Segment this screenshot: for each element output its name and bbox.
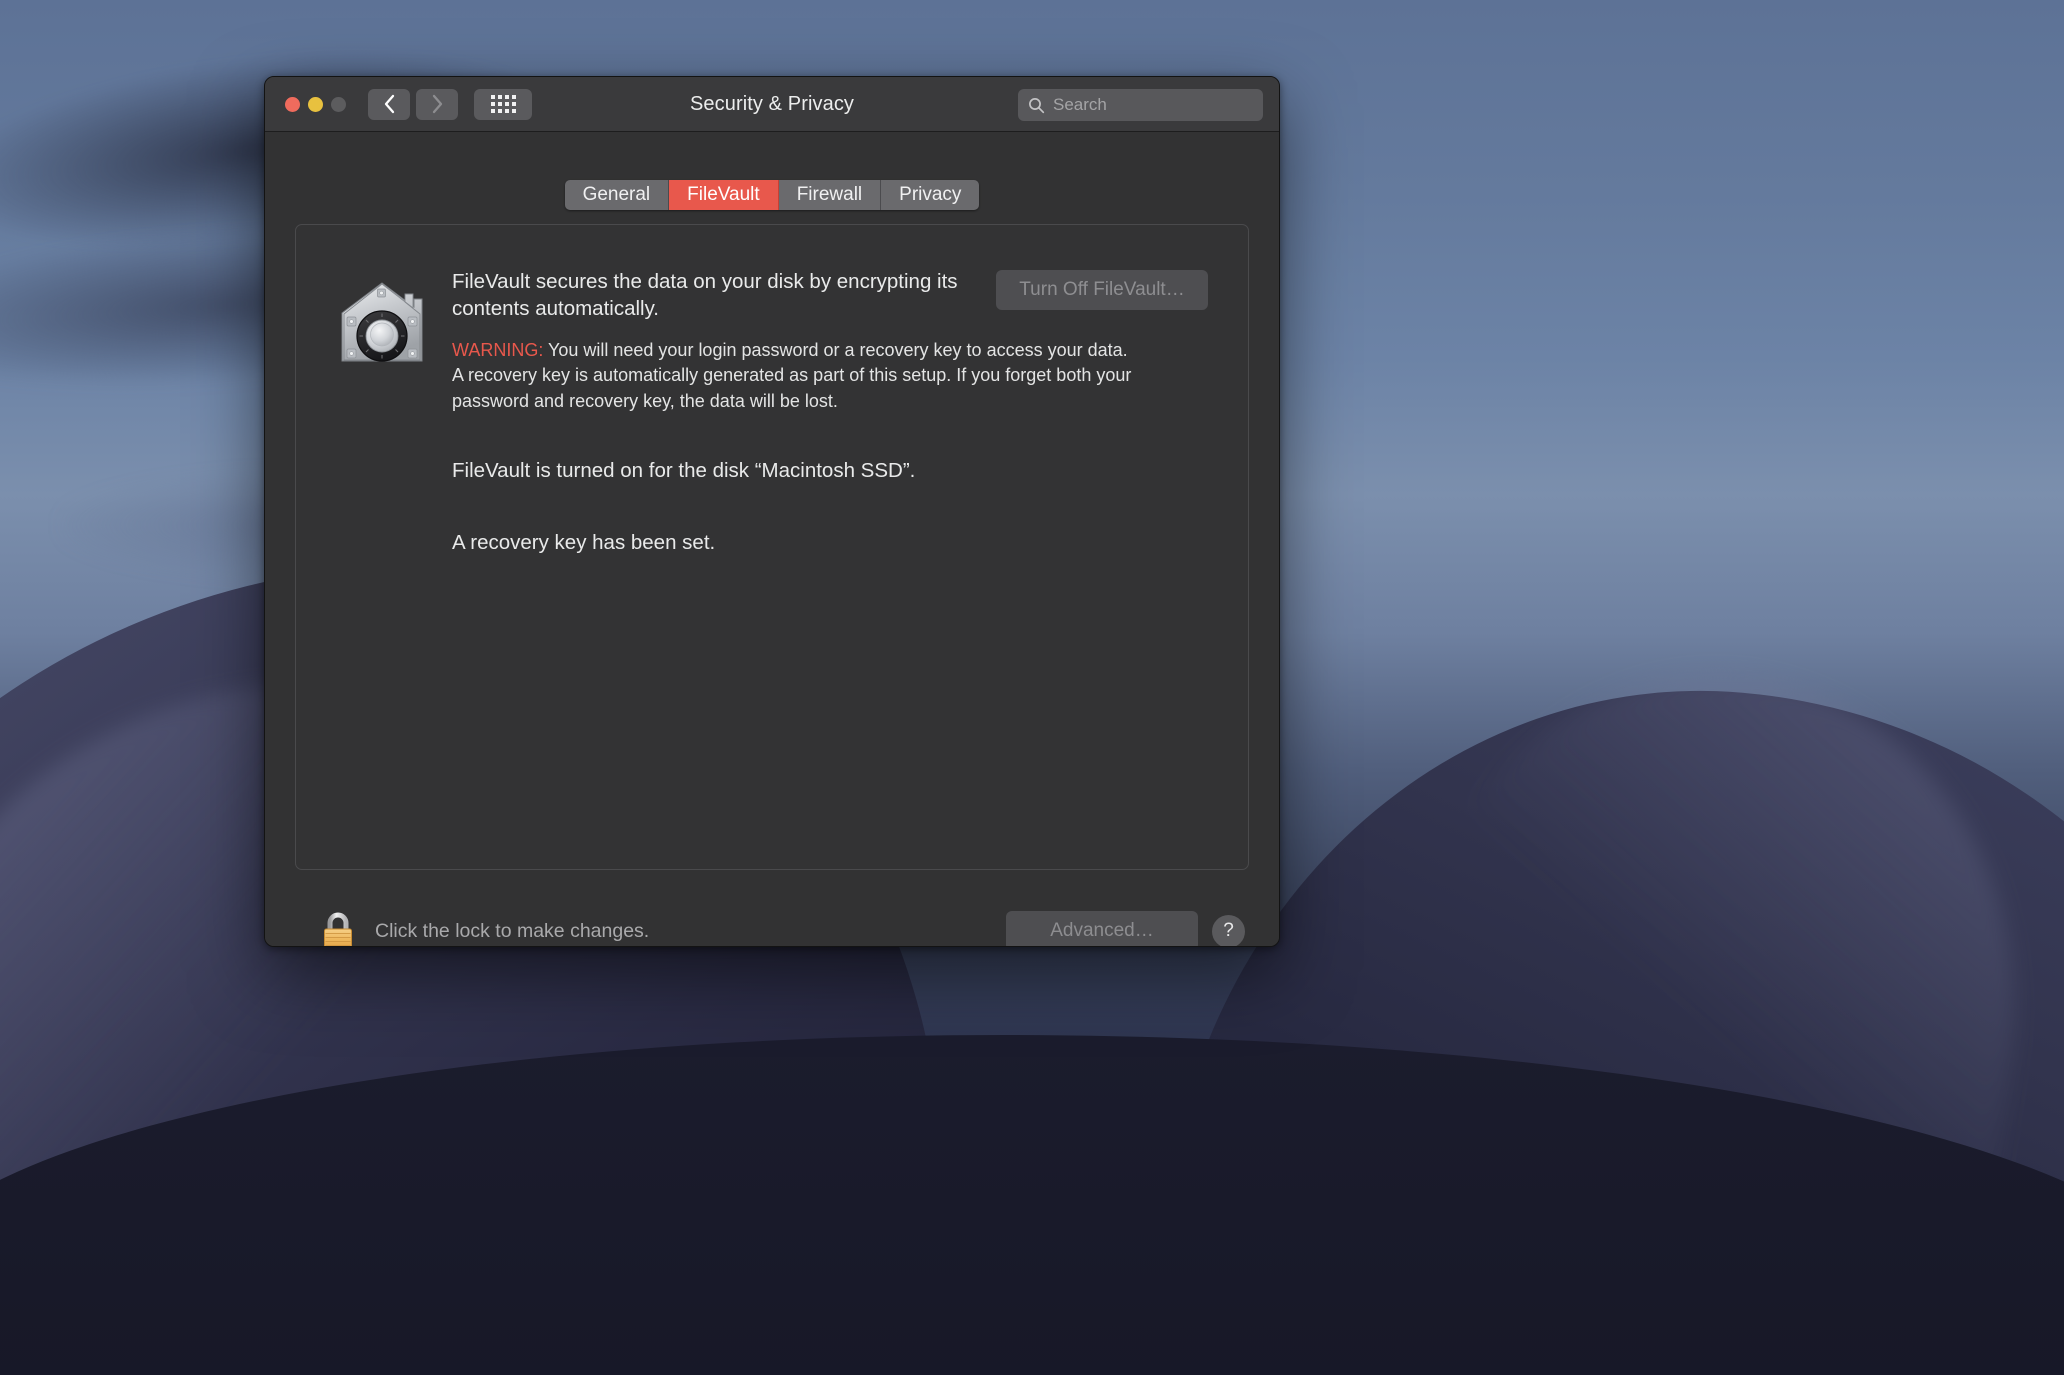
zoom-button[interactable] — [331, 96, 346, 112]
forward-button[interactable] — [416, 88, 458, 120]
desktop-wallpaper: Security & Privacy Search General FileVa… — [0, 0, 2064, 1375]
window-footer: Click the lock to make changes. Advanced… — [265, 870, 1279, 946]
lock-instruction-text: Click the lock to make changes. — [375, 919, 650, 942]
help-button[interactable]: ? — [1212, 914, 1245, 946]
back-button[interactable] — [368, 88, 410, 120]
close-button[interactable] — [285, 96, 300, 112]
tab-filevault[interactable]: FileVault — [669, 180, 779, 210]
warning-label: WARNING: — [452, 339, 544, 360]
chevron-left-icon — [384, 94, 394, 114]
search-icon — [1029, 97, 1045, 113]
search-field[interactable]: Search — [1018, 89, 1263, 121]
advanced-button[interactable]: Advanced… — [1006, 911, 1198, 946]
filevault-warning-text: WARNING: You will need your login passwo… — [452, 338, 1142, 415]
window-titlebar: Security & Privacy Search — [265, 77, 1279, 132]
traffic-light-group — [285, 96, 346, 112]
locked-padlock-icon — [324, 912, 352, 946]
warning-body: You will need your login password or a r… — [452, 339, 1132, 412]
panel-header-row: FileVault secures the data on your disk … — [336, 269, 1208, 415]
minimize-button[interactable] — [308, 96, 323, 112]
panel-text-column: FileVault secures the data on your disk … — [452, 269, 1208, 415]
search-placeholder: Search — [1053, 95, 1107, 114]
tab-privacy[interactable]: Privacy — [881, 180, 980, 210]
system-preferences-window: Security & Privacy Search General FileVa… — [264, 76, 1280, 947]
tab-firewall[interactable]: Firewall — [778, 180, 882, 210]
footer-button-group: Advanced… ? — [1006, 911, 1245, 946]
filevault-headline: FileVault secures the data on your disk … — [452, 270, 958, 320]
headline-row: FileVault secures the data on your disk … — [452, 269, 1208, 323]
tab-bar: General FileVault Firewall Privacy — [564, 180, 980, 210]
filevault-safe-icon — [336, 277, 428, 374]
filevault-disk-status: FileVault is turned on for the disk “Mac… — [452, 458, 916, 482]
chevron-right-icon — [432, 94, 442, 114]
tab-general[interactable]: General — [564, 180, 670, 210]
turn-off-filevault-button[interactable]: Turn Off FileVault… — [996, 270, 1208, 310]
recovery-key-status: A recovery key has been set. — [452, 530, 716, 554]
navigation-button-group — [368, 88, 458, 120]
filevault-panel: FileVault secures the data on your disk … — [295, 224, 1249, 870]
grid-icon — [490, 95, 516, 113]
lock-button[interactable] — [319, 909, 357, 946]
window-body: General FileVault Firewall Privacy FileV… — [265, 132, 1279, 870]
show-all-button[interactable] — [474, 88, 532, 120]
